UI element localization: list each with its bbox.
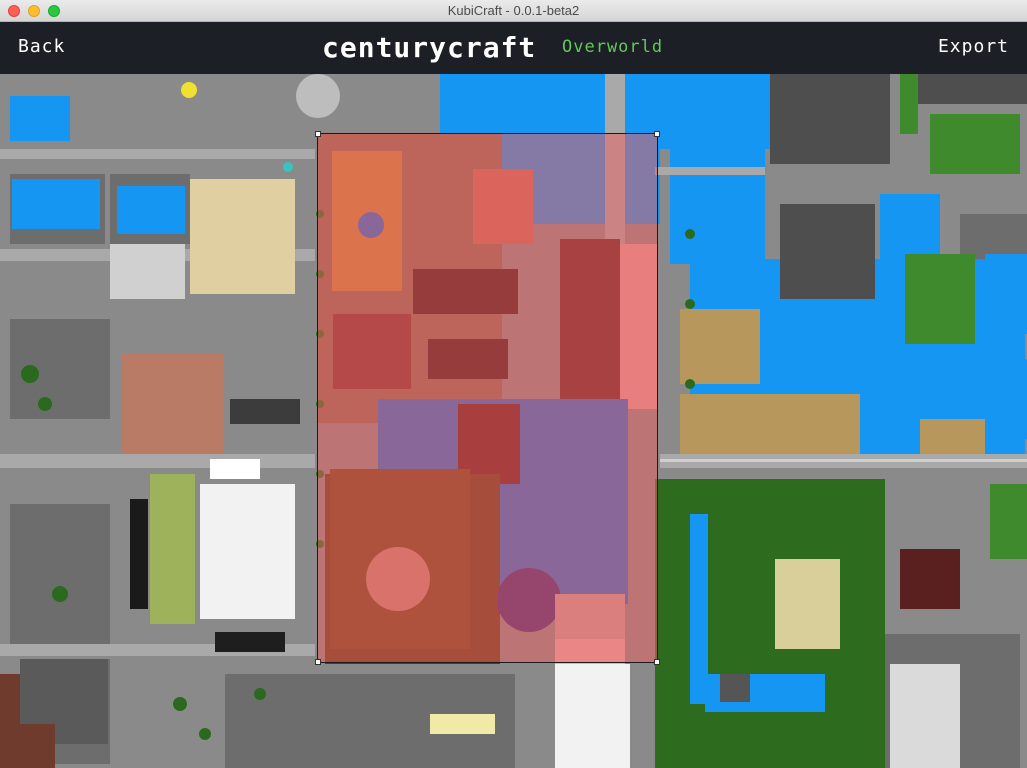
selection-handle-top-right[interactable] bbox=[654, 131, 660, 137]
world-name-title: centurycraft bbox=[322, 31, 537, 64]
window-titlebar: KubiCraft - 0.0.1-beta2 bbox=[0, 0, 1027, 22]
back-button[interactable]: Back bbox=[18, 36, 65, 57]
selection-handle-bottom-right[interactable] bbox=[654, 659, 660, 665]
window-title: KubiCraft - 0.0.1-beta2 bbox=[447, 3, 580, 18]
selection-handle-bottom-left[interactable] bbox=[315, 659, 321, 665]
export-selection-box[interactable] bbox=[315, 131, 660, 665]
dimension-selector[interactable]: Overworld bbox=[562, 37, 663, 57]
export-button[interactable]: Export bbox=[938, 36, 1009, 57]
selection-handle-top-left[interactable] bbox=[315, 131, 321, 137]
app-toolbar: Back centurycraft Overworld Export bbox=[0, 22, 1027, 74]
world-map-view[interactable] bbox=[0, 74, 1027, 768]
